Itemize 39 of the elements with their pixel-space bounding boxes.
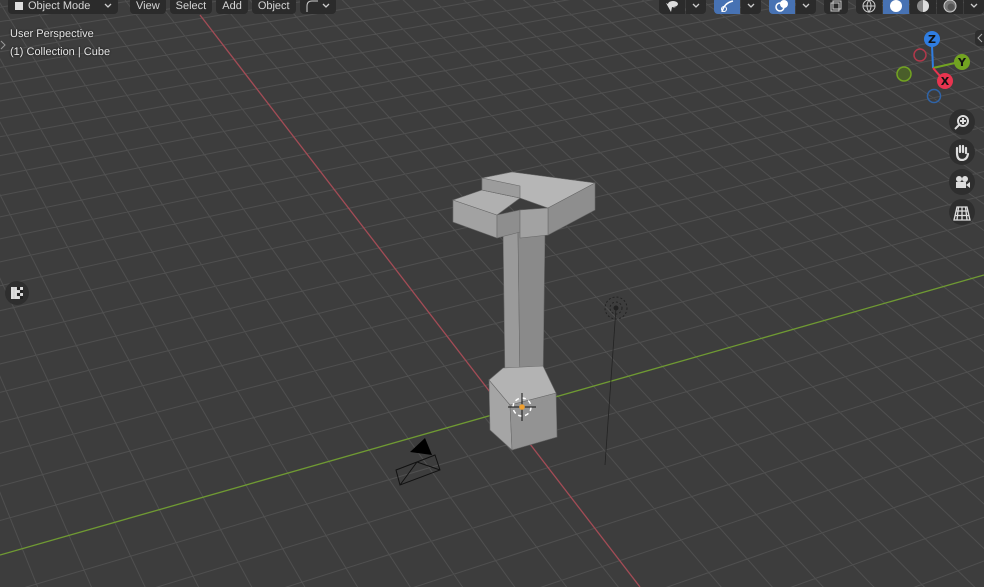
caret-icon xyxy=(322,3,330,9)
caret-icon xyxy=(747,3,755,9)
axis-label: Y xyxy=(958,56,966,69)
menu-button[interactable]: Select xyxy=(170,0,212,14)
dropdown-button[interactable] xyxy=(741,0,761,14)
wireframe-shading-icon[interactable] xyxy=(856,0,882,14)
caret-icon xyxy=(692,3,700,9)
3d-cursor-icon xyxy=(508,392,536,422)
view-name: User Perspective xyxy=(10,27,94,42)
axis-label: Z xyxy=(928,33,936,46)
orientation-icon xyxy=(306,0,318,12)
solid-shading-icon[interactable] xyxy=(883,0,909,14)
menu-button[interactable]: Object xyxy=(252,0,296,14)
dropdown-button[interactable] xyxy=(964,0,984,14)
dropdown-button[interactable] xyxy=(686,0,706,14)
overlay-toggle-icon[interactable] xyxy=(769,0,795,14)
expand-sidebar-icon[interactable] xyxy=(975,30,984,46)
transform-orientation-menu[interactable] xyxy=(300,0,336,14)
camera-icon[interactable] xyxy=(949,169,975,195)
mode-menu[interactable]: Object Mode xyxy=(8,0,118,14)
zoom-icon[interactable] xyxy=(949,109,975,135)
menu-button[interactable]: View xyxy=(130,0,166,14)
gizmo-toggle-icon[interactable] xyxy=(714,0,740,14)
rendered-shading-icon[interactable] xyxy=(937,0,963,14)
caret-icon xyxy=(970,3,978,9)
camera-object-drawing xyxy=(396,438,441,486)
axis-label: X xyxy=(940,75,950,88)
xray-toggle-icon[interactable] xyxy=(824,0,848,14)
dropdown-button[interactable] xyxy=(796,0,816,14)
selectability-icon[interactable] xyxy=(659,0,685,14)
caret-icon xyxy=(802,3,810,9)
menu-button[interactable]: Add xyxy=(216,0,248,14)
checker-icon[interactable] xyxy=(5,281,29,305)
hand-icon[interactable] xyxy=(949,139,975,165)
object-info: (1) Collection | Cube xyxy=(10,45,110,60)
caret-icon xyxy=(104,2,112,9)
grid-icon[interactable] xyxy=(949,199,975,225)
material-shading-icon[interactable] xyxy=(910,0,936,14)
cube-icon xyxy=(14,1,24,11)
